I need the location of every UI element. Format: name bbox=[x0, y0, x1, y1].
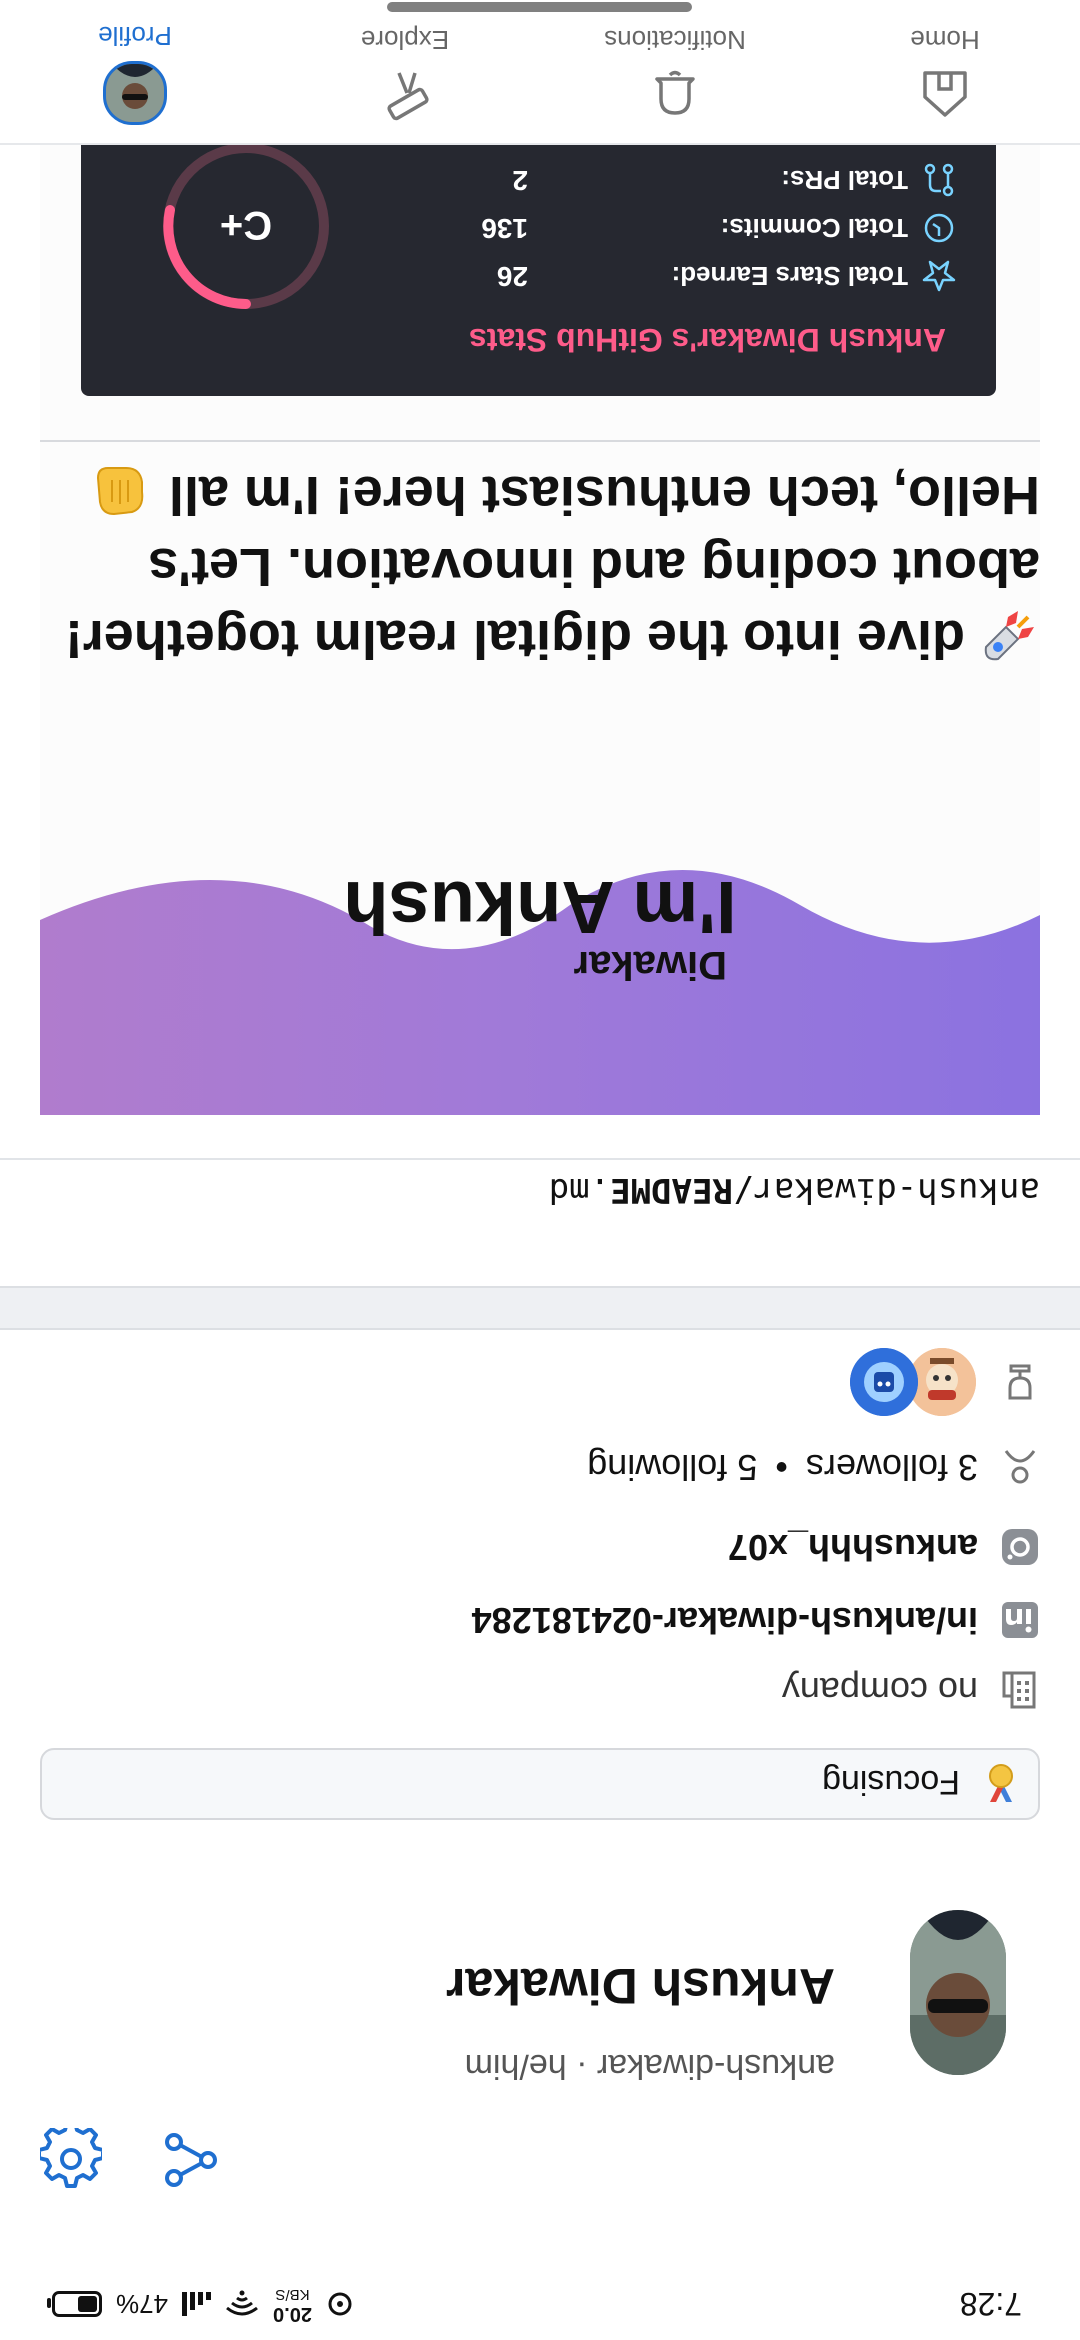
readme-intro: dive into the digital realm together! ab… bbox=[40, 459, 1040, 675]
readme-path[interactable]: ankush-diwakar/README.md bbox=[549, 1170, 1040, 1210]
building-icon bbox=[1002, 1671, 1036, 1709]
readme-path-prefix: ankush-diwakar/ bbox=[732, 1170, 1040, 1210]
followers-count[interactable]: 3 followers bbox=[806, 1446, 978, 1488]
instagram-text[interactable]: ankushhh_x07 bbox=[728, 1526, 978, 1568]
wifi-icon bbox=[226, 2290, 258, 2316]
nav-label: Explore bbox=[360, 25, 450, 55]
intro-line: about coding and innovation. Let's bbox=[40, 531, 1040, 603]
home-icon bbox=[923, 71, 967, 117]
trophy-icon bbox=[1008, 1364, 1032, 1400]
linkedin-icon bbox=[1002, 1602, 1038, 1638]
achievement-badge[interactable] bbox=[850, 1348, 918, 1416]
avatar bbox=[103, 61, 167, 125]
achievements-row bbox=[850, 1337, 1040, 1427]
stats-row-stars: Total Stars Earned: 26 bbox=[497, 256, 956, 296]
wave-icon bbox=[92, 460, 154, 522]
section-divider bbox=[0, 1286, 1080, 1330]
network-speed-unit: KB/S bbox=[275, 2286, 310, 2303]
nav-explore[interactable]: Explore bbox=[315, 24, 495, 125]
grade-ring: C+ bbox=[163, 143, 329, 309]
linkedin-text[interactable]: in/ankush-diwakar-024181284 bbox=[472, 1599, 978, 1641]
github-stats-card: Ankush Diwakar's GitHub Stats Total Star… bbox=[81, 136, 996, 396]
stats-value: 2 bbox=[512, 165, 528, 196]
signal-icon bbox=[182, 2292, 212, 2316]
profile-name: Ankush Diwakar bbox=[445, 1958, 835, 2014]
grade-text: C+ bbox=[220, 203, 272, 247]
stats-label: Total PRs: bbox=[781, 165, 908, 196]
banner-title: I'm Ankush bbox=[343, 866, 737, 949]
readme-path-ext: .md bbox=[548, 1170, 611, 1210]
stats-title: Ankush Diwakar's GitHub Stats bbox=[468, 322, 946, 358]
intro-line-3: dive into the digital realm together! bbox=[64, 609, 965, 669]
bell-icon bbox=[655, 70, 695, 115]
stats-label: Total Stars Earned: bbox=[671, 261, 908, 292]
nav-label: Home bbox=[910, 25, 980, 55]
instagram-icon bbox=[1002, 1529, 1038, 1565]
banner-subtitle: Diwakar bbox=[573, 943, 727, 987]
readme-divider bbox=[0, 1158, 1080, 1160]
intro-line-2: about coding and innovation. Let's bbox=[148, 537, 1040, 597]
intro-line: dive into the digital realm together! bbox=[40, 603, 1040, 675]
readme-banner: I'm Ankush Diwakar bbox=[40, 770, 1040, 1115]
followers-separator: • bbox=[775, 1447, 788, 1488]
profile-screen: 7:28 20.0 KB/S 47% Ankush Diwakar ankush… bbox=[0, 0, 1080, 2340]
status-icons: 20.0 KB/S 47% bbox=[52, 2284, 354, 2325]
medal-icon bbox=[989, 1764, 1013, 1802]
battery-icon bbox=[52, 2291, 102, 2317]
history-icon bbox=[924, 213, 954, 243]
readme-rule bbox=[40, 440, 1040, 442]
nav-home[interactable]: Home bbox=[855, 24, 1035, 125]
gear-icon[interactable] bbox=[40, 2128, 102, 2190]
status-text: Focusing bbox=[822, 1763, 960, 1801]
star-icon bbox=[922, 260, 956, 292]
achievement-badge[interactable] bbox=[908, 1348, 976, 1416]
company-text: no company bbox=[781, 1670, 978, 1711]
bottom-nav: Profile Explore Notifications Home bbox=[0, 0, 1080, 145]
readme-path-file: README bbox=[610, 1170, 733, 1210]
linkedin-row[interactable]: in/ankush-diwakar-024181284 bbox=[472, 1595, 1040, 1645]
company-row: no company bbox=[782, 1665, 1040, 1715]
network-speed-value: 20.0 bbox=[273, 2303, 312, 2325]
network-speed: 20.0 KB/S bbox=[273, 2284, 312, 2325]
pull-request-icon bbox=[924, 163, 954, 197]
nav-label: Profile bbox=[98, 21, 172, 51]
stats-row-prs: Total PRs: 2 bbox=[512, 160, 956, 200]
stats-value: 136 bbox=[481, 213, 528, 244]
status-badge[interactable]: Focusing bbox=[40, 1748, 1040, 1820]
home-indicator[interactable] bbox=[387, 2, 692, 12]
instagram-row[interactable]: ankushhh_x07 bbox=[728, 1522, 1040, 1572]
followers-row: 3 followers • 5 following bbox=[587, 1442, 1040, 1492]
telescope-icon bbox=[387, 72, 429, 121]
stats-row-commits: Total Commits: 136 bbox=[481, 208, 956, 248]
rocket-icon bbox=[980, 605, 1040, 665]
battery-percent: 47% bbox=[116, 2289, 169, 2320]
stats-label: Total Commits: bbox=[720, 213, 908, 244]
share-icon[interactable] bbox=[160, 2130, 220, 2190]
nav-profile[interactable]: Profile bbox=[45, 20, 225, 125]
nav-notifications[interactable]: Notifications bbox=[585, 24, 765, 125]
following-count[interactable]: 5 following bbox=[587, 1446, 757, 1488]
data-saver-icon bbox=[328, 2292, 352, 2316]
intro-line: Hello, tech enthusiast here! I'm all bbox=[40, 459, 1040, 531]
profile-handle: ankush-diwakar · he/him bbox=[464, 2047, 835, 2085]
clock: 7:28 bbox=[959, 2286, 1022, 2322]
avatar[interactable] bbox=[910, 1910, 1006, 2075]
people-icon bbox=[1004, 1450, 1036, 1484]
stats-value: 26 bbox=[496, 261, 528, 292]
nav-label: Notifications bbox=[604, 25, 746, 55]
intro-line-1: Hello, tech enthusiast here! I'm all bbox=[168, 465, 1040, 525]
status-bar: 7:28 20.0 KB/S 47% bbox=[0, 2260, 1080, 2340]
